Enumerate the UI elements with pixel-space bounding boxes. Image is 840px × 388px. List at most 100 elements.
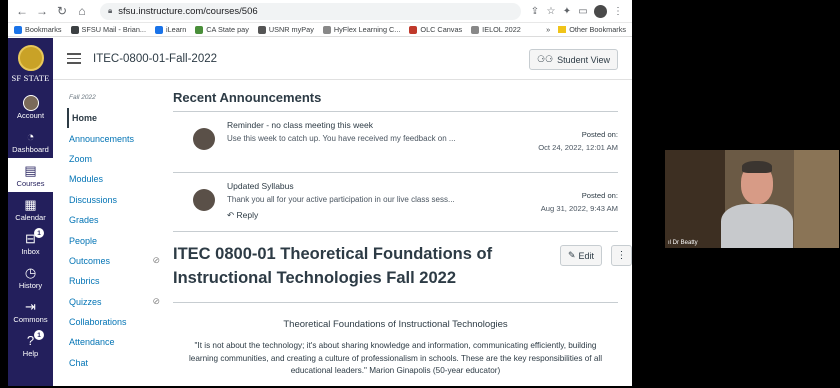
course-nav-quizzes[interactable]: Quizzes ⊘ — [67, 292, 162, 312]
global-nav-dashboard[interactable]: ◔ Dashboard — [8, 124, 53, 158]
star-icon — [14, 25, 22, 34]
reply-icon: ↶ — [227, 210, 235, 220]
bookmark-icon — [471, 25, 480, 34]
global-nav-inbox[interactable]: ⊟ 1 Inbox — [8, 226, 53, 260]
course-nav-collaborations[interactable]: Collaborations — [67, 312, 162, 332]
more-bookmarks-button[interactable]: » — [546, 25, 550, 34]
page-subtitle: Theoretical Foundations of Instructional… — [283, 319, 508, 330]
bookmark-item[interactable]: Bookmarks — [14, 25, 62, 34]
home-icon[interactable]: ⌂ — [74, 3, 90, 19]
announcement-title[interactable]: Updated Syllabus — [227, 181, 455, 191]
global-nav: SF STATE Account ◔ Dashboard ▤ Courses ▦… — [8, 38, 53, 386]
bookmark-item[interactable]: IELOL 2022 — [471, 25, 521, 34]
speaker-hair — [742, 161, 772, 173]
sfsu-logo[interactable]: SF STATE — [8, 38, 53, 90]
edit-button[interactable]: ✎ Edit — [559, 245, 602, 266]
profile-avatar[interactable] — [594, 4, 607, 18]
share-icon[interactable]: ⇪ — [527, 6, 543, 17]
commons-icon: ⇥ — [25, 298, 36, 314]
dashboard-icon: ◔ — [26, 128, 35, 144]
hidden-eye-icon: ⊘ — [152, 255, 160, 266]
course-nav-people[interactable]: People — [67, 230, 162, 250]
global-nav-help[interactable]: ? 1 Help — [8, 328, 53, 362]
author-avatar — [193, 189, 215, 211]
student-view-button[interactable]: ⚆⚆ Student View — [528, 49, 618, 70]
course-nav-rubrics[interactable]: Rubrics — [67, 271, 162, 291]
announcement-date: Posted on: Aug 31, 2022, 9:43 AM — [540, 191, 618, 213]
folder-icon — [558, 26, 567, 33]
seal-icon — [17, 45, 44, 71]
global-nav-commons[interactable]: ⇥ Commons — [8, 294, 53, 328]
star-icon[interactable]: ☆ — [543, 6, 559, 17]
page-title: ITEC 0800-01 Theoretical Foundations of … — [173, 245, 493, 287]
divider — [173, 302, 618, 303]
bookmark-icon — [195, 25, 204, 34]
course-nav: Fall 2022 Home Announcements Zoom Module… — [67, 94, 162, 373]
glasses-icon: ⚆⚆ — [536, 54, 554, 64]
page-content: Recent Announcements Reminder - no class… — [173, 90, 618, 378]
speaker-body — [721, 204, 793, 248]
clock-icon: ◷ — [24, 264, 37, 280]
unread-badge: 1 — [34, 228, 44, 238]
bookmark-icon — [257, 25, 266, 34]
reply-link[interactable]: ↶ Reply — [227, 210, 455, 221]
course-nav-grades[interactable]: Grades — [67, 210, 162, 230]
course-nav-home[interactable]: Home — [67, 108, 162, 129]
bookmark-item[interactable]: CA State pay — [195, 25, 249, 34]
announcement-item[interactable]: Updated Syllabus Thank you all for your … — [173, 173, 618, 232]
mail-icon — [70, 25, 79, 34]
announcement-message: Use this week to catch up. You have rece… — [227, 134, 456, 143]
author-avatar — [193, 128, 215, 150]
browser-window: ← → ↻ ⌂ 🔒︎ sfsu.instructure.com/courses/… — [8, 0, 632, 386]
course-nav-zoom[interactable]: Zoom — [67, 149, 162, 169]
sidepanel-icon[interactable]: ▭ — [575, 6, 591, 17]
participant-name: ıl Dr Beatty — [668, 240, 698, 246]
bookmark-icon — [409, 25, 418, 34]
kebab-icon: ⋮ — [616, 250, 627, 261]
screen: ← → ↻ ⌂ 🔒︎ sfsu.instructure.com/courses/… — [0, 0, 840, 388]
signal-icon: ıl — [668, 240, 671, 246]
menu-icon[interactable]: ⋮ — [610, 6, 626, 17]
main-area: ITEC-0800-01-Fall-2022 ⚆⚆ Student View F… — [53, 38, 632, 386]
more-options-button[interactable]: ⋮ — [611, 245, 632, 266]
global-nav-account[interactable]: Account — [8, 90, 53, 124]
bookmark-icon — [154, 25, 163, 34]
course-nav-announcements[interactable]: Announcements — [67, 128, 162, 148]
announcement-message: Thank you all for your active participat… — [227, 195, 455, 204]
page-quote: "It is not about the technology; it's ab… — [188, 341, 603, 375]
announcement-title[interactable]: Reminder - no class meeting this week — [227, 120, 456, 130]
global-nav-courses[interactable]: ▤ Courses — [8, 158, 53, 192]
bookmark-icon — [322, 25, 331, 34]
hamburger-icon[interactable] — [67, 53, 81, 64]
term-label: Fall 2022 — [69, 94, 96, 101]
help-badge: 1 — [34, 330, 44, 340]
bookmark-item[interactable]: SFSU Mail - Brian... — [70, 25, 146, 34]
course-nav-chat[interactable]: Chat — [67, 353, 162, 373]
bookmark-item[interactable]: USNR myPay — [257, 25, 314, 34]
address-bar[interactable]: 🔒︎ sfsu.instructure.com/courses/506 — [100, 2, 521, 20]
video-background — [794, 150, 839, 248]
bookmark-item[interactable]: HyFlex Learning C... — [322, 25, 400, 34]
announcement-date: Posted on: Oct 24, 2022, 12:01 AM — [538, 130, 618, 152]
canvas-app: SF STATE Account ◔ Dashboard ▤ Courses ▦… — [8, 38, 632, 386]
avatar — [22, 94, 39, 111]
global-nav-history[interactable]: ◷ History — [8, 260, 53, 294]
course-nav-modules[interactable]: Modules — [67, 169, 162, 189]
reload-icon[interactable]: ↻ — [54, 3, 70, 19]
pencil-icon: ✎ — [567, 250, 576, 260]
course-nav-discussions[interactable]: Discussions — [67, 190, 162, 210]
course-nav-attendance[interactable]: Attendance — [67, 332, 162, 352]
bookmark-item[interactable]: OLC Canvas — [409, 25, 462, 34]
hidden-eye-icon: ⊘ — [152, 296, 160, 307]
global-nav-calendar[interactable]: ▦ Calendar — [8, 192, 53, 226]
forward-icon[interactable]: → — [34, 3, 50, 19]
announcement-item[interactable]: Reminder - no class meeting this week Us… — [173, 112, 618, 173]
back-icon[interactable]: ← — [14, 3, 30, 19]
recent-announcements-heading: Recent Announcements — [173, 90, 618, 112]
video-tile: ıl Dr Beatty — [665, 150, 839, 248]
other-bookmarks[interactable]: Other Bookmarks — [569, 25, 626, 34]
bookmark-item[interactable]: iLearn — [154, 25, 186, 34]
course-nav-outcomes[interactable]: Outcomes ⊘ — [67, 251, 162, 271]
breadcrumb[interactable]: ITEC-0800-01-Fall-2022 — [93, 53, 217, 65]
extensions-icon[interactable]: ✦ — [559, 6, 575, 17]
